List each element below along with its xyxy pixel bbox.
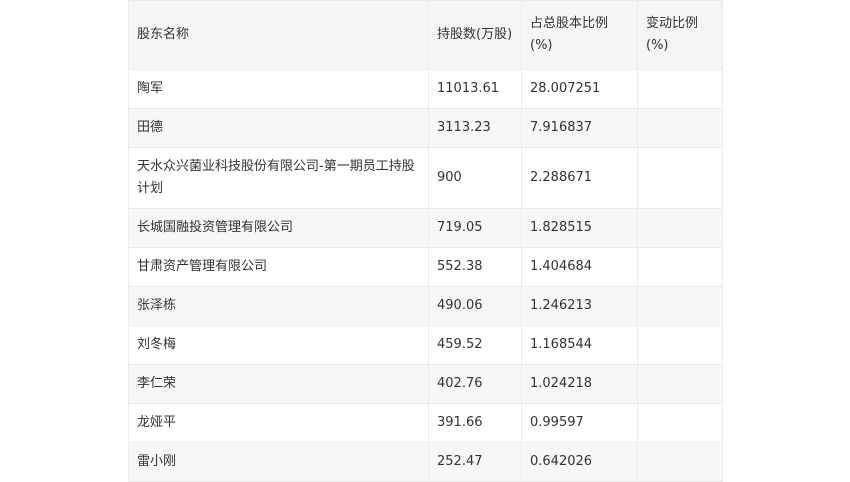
cell-share-ratio: 1.404684	[521, 247, 638, 287]
cell-change-ratio	[637, 69, 723, 109]
shareholder-table-container: 股东名称 持股数(万股) 占总股本比例(%) 变动比例(%) 陶军 11013.…	[128, 0, 723, 482]
cell-shares-held: 900	[428, 147, 522, 209]
cell-share-ratio: 0.642026	[521, 442, 638, 482]
cell-change-ratio	[637, 442, 723, 482]
cell-share-ratio: 1.246213	[521, 286, 638, 326]
cell-share-ratio: 0.99597	[521, 403, 638, 443]
cell-shares-held: 11013.61	[428, 69, 522, 109]
table-row: 甘肃资产管理有限公司 552.38 1.404684	[128, 247, 723, 287]
shareholder-table: 股东名称 持股数(万股) 占总股本比例(%) 变动比例(%) 陶军 11013.…	[128, 0, 723, 482]
cell-shareholder-name: 张泽栋	[128, 286, 429, 326]
cell-shares-held: 391.66	[428, 403, 522, 443]
table-row: 长城国融投资管理有限公司 719.05 1.828515	[128, 208, 723, 248]
cell-shares-held: 552.38	[428, 247, 522, 287]
cell-shareholder-name: 刘冬梅	[128, 325, 429, 365]
header-change-ratio: 变动比例(%)	[637, 0, 723, 70]
table-row: 龙娅平 391.66 0.99597	[128, 403, 723, 443]
cell-change-ratio	[637, 403, 723, 443]
cell-change-ratio	[637, 286, 723, 326]
table-row: 天水众兴菌业科技股份有限公司-第一期员工持股计划 900 2.288671	[128, 147, 723, 209]
header-share-ratio: 占总股本比例(%)	[521, 0, 638, 70]
cell-shareholder-name: 长城国融投资管理有限公司	[128, 208, 429, 248]
table-header-row: 股东名称 持股数(万股) 占总股本比例(%) 变动比例(%)	[128, 0, 723, 70]
cell-share-ratio: 1.828515	[521, 208, 638, 248]
header-shares-held: 持股数(万股)	[428, 0, 522, 70]
cell-share-ratio: 1.024218	[521, 364, 638, 404]
cell-share-ratio: 2.288671	[521, 147, 638, 209]
cell-shareholder-name: 甘肃资产管理有限公司	[128, 247, 429, 287]
cell-share-ratio: 1.168544	[521, 325, 638, 365]
cell-share-ratio: 7.916837	[521, 108, 638, 148]
cell-shareholder-name: 陶军	[128, 69, 429, 109]
cell-shares-held: 252.47	[428, 442, 522, 482]
table-row: 陶军 11013.61 28.007251	[128, 69, 723, 109]
cell-share-ratio: 28.007251	[521, 69, 638, 109]
cell-shareholder-name: 龙娅平	[128, 403, 429, 443]
cell-shares-held: 719.05	[428, 208, 522, 248]
table-row: 雷小刚 252.47 0.642026	[128, 442, 723, 482]
cell-change-ratio	[637, 247, 723, 287]
cell-shares-held: 490.06	[428, 286, 522, 326]
cell-change-ratio	[637, 364, 723, 404]
cell-change-ratio	[637, 325, 723, 365]
cell-shareholder-name: 田德	[128, 108, 429, 148]
cell-shares-held: 3113.23	[428, 108, 522, 148]
cell-shares-held: 459.52	[428, 325, 522, 365]
cell-shareholder-name: 雷小刚	[128, 442, 429, 482]
table-row: 李仁荣 402.76 1.024218	[128, 364, 723, 404]
cell-change-ratio	[637, 208, 723, 248]
table-row: 田德 3113.23 7.916837	[128, 108, 723, 148]
cell-shareholder-name: 李仁荣	[128, 364, 429, 404]
table-row: 张泽栋 490.06 1.246213	[128, 286, 723, 326]
table-row: 刘冬梅 459.52 1.168544	[128, 325, 723, 365]
cell-change-ratio	[637, 108, 723, 148]
cell-shareholder-name: 天水众兴菌业科技股份有限公司-第一期员工持股计划	[128, 147, 429, 209]
cell-change-ratio	[637, 147, 723, 209]
cell-shares-held: 402.76	[428, 364, 522, 404]
header-shareholder-name: 股东名称	[128, 0, 429, 70]
